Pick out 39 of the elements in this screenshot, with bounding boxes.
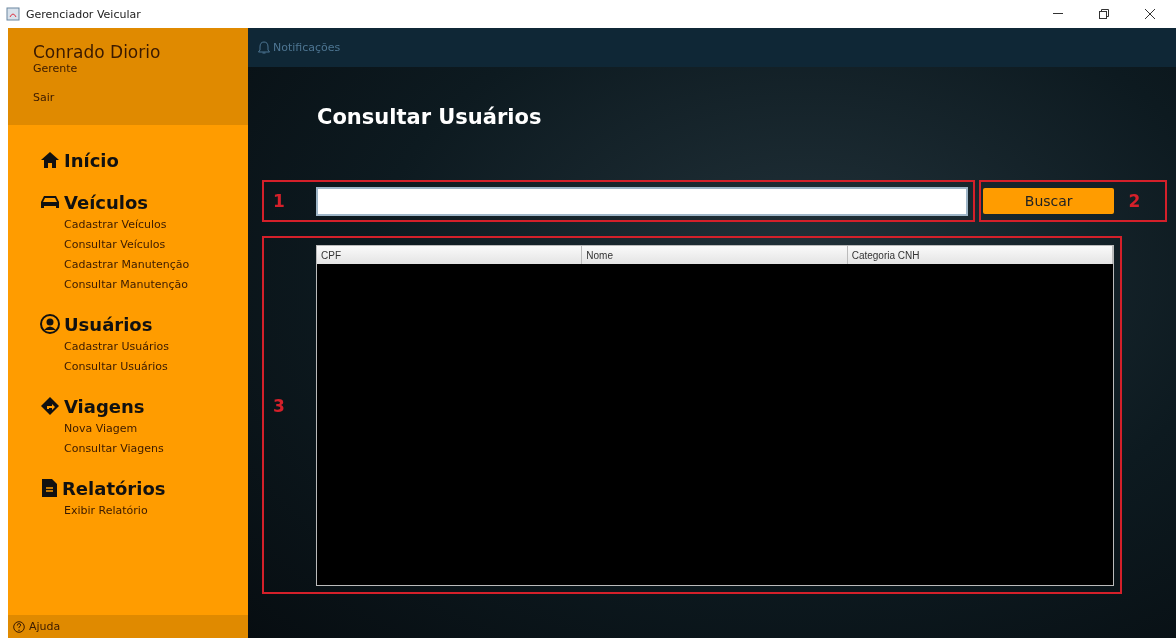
- car-icon: [40, 194, 60, 210]
- nav-item[interactable]: Exibir Relatório: [64, 501, 148, 521]
- window-title: Gerenciador Veicular: [26, 7, 142, 21]
- user-role: Gerente: [33, 62, 78, 75]
- bell-icon: [258, 40, 270, 55]
- nav-item[interactable]: Cadastrar Manutenção: [64, 255, 190, 275]
- logout-link[interactable]: Sair: [33, 91, 55, 104]
- app-icon: [6, 7, 20, 21]
- user-name: Conrado Diorio: [33, 42, 161, 62]
- annotation-number: 2: [1127, 191, 1142, 211]
- nav-item[interactable]: Cadastrar Veículos: [64, 215, 167, 235]
- home-icon: [40, 151, 60, 169]
- nav-item[interactable]: Consultar Usuários: [64, 357, 168, 377]
- page-title: Consultar Usuários: [317, 105, 543, 129]
- annotation-number: 3: [272, 396, 286, 416]
- search-button[interactable]: Buscar: [983, 188, 1115, 214]
- column-header[interactable]: Categoria CNH: [847, 246, 1113, 264]
- nav-item[interactable]: Nova Viagem: [64, 419, 138, 439]
- restore-icon: [1099, 9, 1109, 19]
- nav-item[interactable]: Consultar Veículos: [64, 235, 166, 255]
- user-icon: [40, 314, 60, 334]
- nav-heading[interactable]: Veículos: [40, 189, 248, 215]
- minimize-icon: [1053, 13, 1063, 15]
- column-header[interactable]: Nome: [582, 246, 848, 264]
- nav-heading[interactable]: Início: [40, 147, 248, 173]
- nav-item[interactable]: Consultar Viagens: [64, 439, 164, 459]
- help-icon: [13, 620, 25, 633]
- help-link[interactable]: Ajuda: [13, 620, 61, 633]
- nav-heading[interactable]: Relatórios: [40, 475, 248, 501]
- column-header[interactable]: CPF: [317, 246, 583, 264]
- close-icon: [1145, 9, 1155, 19]
- nav-item[interactable]: Cadastrar Usuários: [64, 337, 169, 357]
- nav-item[interactable]: Consultar Manutenção: [64, 275, 188, 295]
- direction-sign-icon: [40, 396, 60, 416]
- nav-heading[interactable]: Usuários: [40, 311, 248, 337]
- annotation-number: 1: [272, 191, 286, 211]
- search-field[interactable]: [316, 186, 968, 216]
- nav-heading[interactable]: Viagens: [40, 393, 248, 419]
- document-icon: [40, 478, 58, 498]
